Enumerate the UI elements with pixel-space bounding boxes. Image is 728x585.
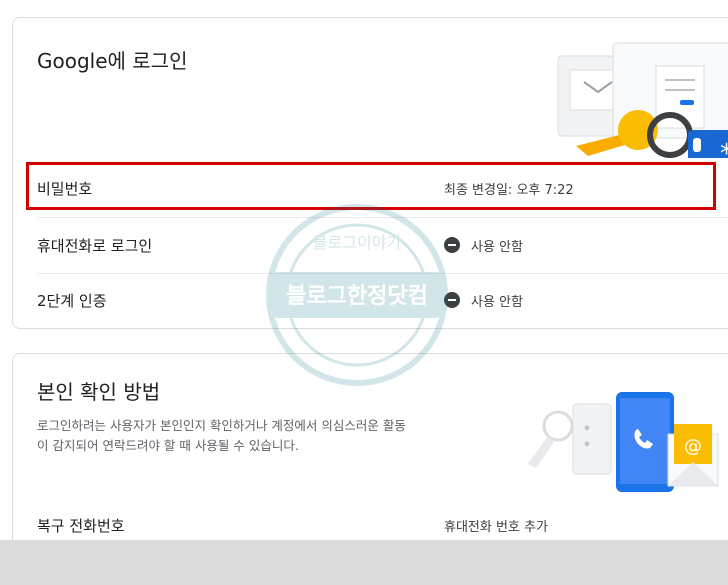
minus-circle-icon [444,237,460,253]
svg-text:@: @ [684,436,702,457]
description-line-2: 이 감지되어 연락드려야 할 때 사용될 수 있습니다. [37,438,299,453]
password-row[interactable]: 비밀번호 최종 변경일: 오후 7:22 [37,161,727,215]
verification-card: 본인 확인 방법 로그인하려는 사용자가 본인인지 확인하거나 계정에서 의심스… [12,353,728,563]
password-last-changed: 최종 변경일: 오후 7:22 [444,182,574,198]
svg-text:*: * [584,439,590,453]
password-label: 비밀번호 [37,179,93,198]
minus-circle-icon [444,292,460,308]
svg-text:*: * [584,423,590,437]
recovery-phone-label: 복구 전화번호 [37,516,125,535]
verification-illustration: * * @ [528,392,719,492]
phone-signin-row[interactable]: 휴대전화로 로그인 사용 안함 [37,218,727,272]
two-step-row[interactable]: 2단계 인증 사용 안함 [37,273,727,327]
verification-description: 로그인하려는 사용자가 본인인지 확인하거나 계정에서 의심스러운 활동 이 감… [37,416,517,456]
two-step-status-text: 사용 안함 [471,294,523,310]
bottom-gray-area [0,540,728,585]
two-step-label: 2단계 인증 [37,291,107,310]
recovery-phone-value: 휴대전화 번호 추가 [444,519,548,535]
svg-text:*: * [720,139,728,158]
phone-signin-status: 사용 안함 [444,236,523,255]
signin-card: Google에 로그인 * 비밀번호 최종 변경일: 오후 7:22 휴대전화로… [12,17,728,329]
phone-signin-label: 휴대전화로 로그인 [37,236,153,255]
verification-card-title: 본인 확인 방법 [37,380,161,404]
phone-signin-status-text: 사용 안함 [471,239,523,255]
description-line-1: 로그인하려는 사용자가 본인인지 확인하거나 계정에서 의심스러운 활동 [37,418,406,433]
signin-card-title: Google에 로그인 [37,49,188,73]
two-step-status: 사용 안함 [444,291,523,310]
signin-illustration: * [557,42,728,158]
